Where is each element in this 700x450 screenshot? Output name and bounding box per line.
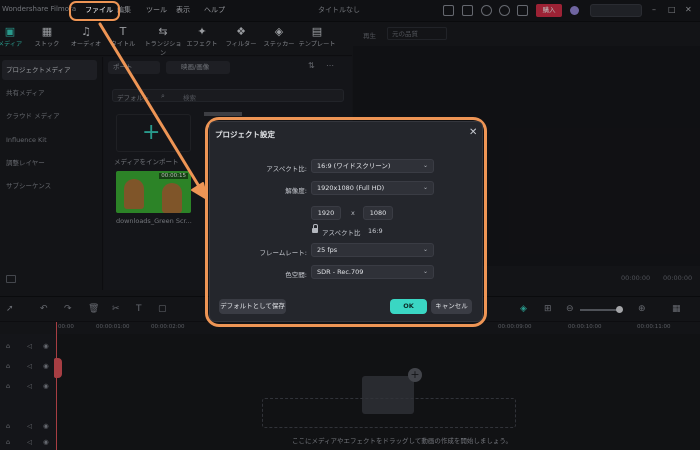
save-as-default-button[interactable]: デフォルトとして保存 — [219, 299, 286, 314]
aspect-lock-label: アスペクト比 — [322, 229, 361, 237]
colorspace-label: 色空間: — [285, 271, 307, 279]
aspect-ratio-value: 16:9 (ワイドスクリーン) — [317, 162, 391, 170]
close-icon[interactable]: ✕ — [469, 127, 477, 138]
menu-file-highlighted[interactable]: ファイル — [85, 5, 113, 15]
framerate-select[interactable]: 25 fps ⌄ — [311, 243, 434, 257]
chevron-down-icon: ⌄ — [422, 246, 428, 253]
framerate-label: フレームレート: — [259, 249, 308, 257]
colorspace-select[interactable]: SDR - Rec.709 ⌄ — [311, 265, 434, 279]
resolution-value: 1920x1080 (Full HD) — [317, 184, 385, 192]
dimension-separator: x — [351, 209, 355, 217]
resolution-select[interactable]: 1920x1080 (Full HD) ⌄ — [311, 181, 434, 195]
chevron-down-icon: ⌄ — [422, 268, 428, 275]
aspect-ratio-select[interactable]: 16:9 (ワイドスクリーン) ⌄ — [311, 159, 434, 173]
ok-button[interactable]: OK — [390, 299, 427, 314]
cancel-button[interactable]: キャンセル — [431, 299, 472, 314]
chevron-down-icon: ⌄ — [422, 184, 428, 191]
framerate-value: 25 fps — [317, 246, 338, 254]
width-input[interactable]: 1920 — [311, 206, 341, 220]
lock-icon[interactable] — [312, 224, 318, 233]
chevron-down-icon: ⌄ — [422, 162, 428, 169]
resolution-label: 解像度: — [285, 187, 307, 195]
project-settings-dialog: プロジェクト設定 ✕ アスペクト比: 16:9 (ワイドスクリーン) ⌄ 解像度… — [209, 121, 483, 322]
aspect-lock-value: 16:9 — [368, 227, 383, 235]
aspect-ratio-label: アスペクト比: — [266, 165, 307, 173]
dialog-title: プロジェクト設定 — [215, 130, 275, 139]
colorspace-value: SDR - Rec.709 — [317, 268, 364, 276]
height-input[interactable]: 1080 — [363, 206, 393, 220]
